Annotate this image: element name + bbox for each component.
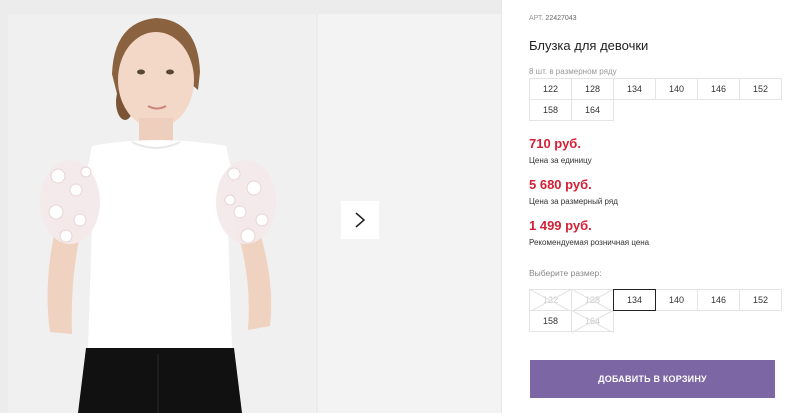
price-retail: 1 499 руб. [529, 218, 592, 233]
size-option[interactable]: 146 [697, 289, 740, 311]
size-row-cell: 158 [529, 99, 572, 121]
size-row-cell: 128 [571, 78, 614, 100]
gallery-next-button[interactable] [341, 201, 379, 239]
size-row-cell: 152 [739, 78, 782, 100]
size-select-label: Выберите размер: [529, 268, 602, 278]
size-option-selected[interactable]: 134 [613, 289, 656, 311]
price-size-row-caption: Цена за размерный ряд [529, 197, 618, 206]
price-retail-caption: Рекомендуемая розничная цена [529, 238, 650, 247]
product-sku: АРТ. 22427043 [529, 15, 577, 22]
size-option[interactable]: 158 [529, 310, 572, 332]
size-option-unavailable: 164 [571, 310, 614, 332]
size-row-count: 8 шт. в размерном ряду [529, 67, 617, 76]
size-row-cell: 134 [613, 78, 656, 100]
size-row-grid: 122 128 134 140 146 152 158 164 [529, 78, 782, 121]
product-photo-illustration [8, 14, 316, 413]
size-option-unavailable: 122 [529, 289, 572, 311]
size-row-cell: 146 [697, 78, 740, 100]
size-row-cell: 164 [571, 99, 614, 121]
size-row-cell: 140 [655, 78, 698, 100]
price-unit-caption: Цена за единицу [529, 156, 592, 165]
product-photo[interactable] [8, 14, 316, 413]
size-option[interactable]: 152 [739, 289, 782, 311]
size-option-unavailable: 128 [571, 289, 614, 311]
add-to-cart-button[interactable]: ДОБАВИТЬ В КОРЗИНУ [530, 360, 775, 398]
price-size-row: 5 680 руб. [529, 177, 592, 192]
size-row-cell: 122 [529, 78, 572, 100]
sku-value: 22427043 [545, 15, 577, 22]
chevron-right-icon [355, 212, 366, 228]
sku-label: АРТ. [529, 15, 544, 22]
size-select-grid: 122 128 134 140 146 152 158 164 [529, 289, 782, 332]
product-gallery [0, 0, 501, 413]
size-option[interactable]: 140 [655, 289, 698, 311]
price-unit: 710 руб. [529, 136, 581, 151]
panel-divider [501, 0, 502, 413]
product-title: Блузка для девочки [529, 38, 649, 53]
